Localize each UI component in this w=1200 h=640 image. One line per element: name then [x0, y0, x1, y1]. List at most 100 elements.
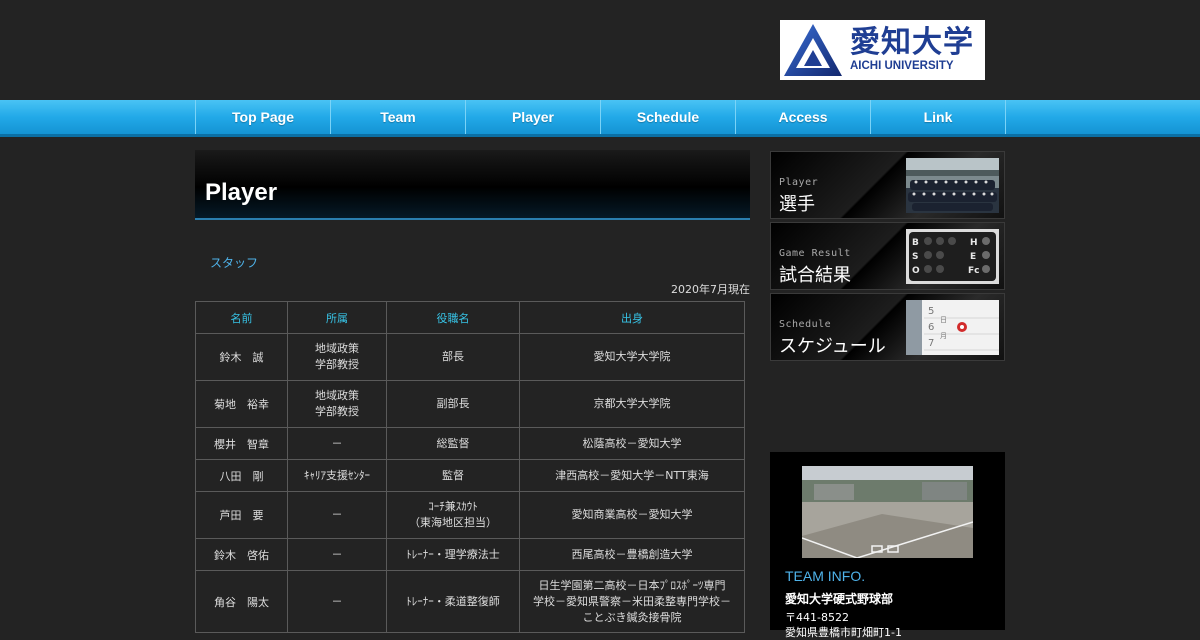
scoreboard-letters-fc: Fc [968, 266, 979, 276]
page-header: Player [195, 150, 750, 220]
column-header-affiliation: 所属 [287, 301, 387, 334]
cell-origin: 日生学園第二高校－日本ﾌﾟﾛｽﾎﾟｰﾂ専門 学校－愛知県警察－米田柔整専門学校－ こ… [519, 570, 745, 633]
banner-game-result-jp: 試合結果 [779, 265, 851, 286]
team-info-label: TEAM INFO. [785, 568, 866, 584]
svg-text:6: 6 [928, 322, 934, 333]
baseball-field-photo [802, 466, 973, 558]
cell-affiliation: － [287, 538, 387, 571]
cell-origin: 松蔭高校－愛知大学 [519, 427, 745, 460]
table-row: 菊地 裕幸 地域政策 学部教授 副部長 京都大学大学院 [195, 380, 745, 428]
staff-table: 名前 所属 役職名 出身 鈴木 誠地域政策 学部教授 部長 愛知大学大学院 菊地 裕幸地… [195, 301, 745, 633]
aichi-university-logo[interactable]: 愛知大学 AICHI UNIVERSITY [780, 20, 985, 80]
cell-role: 総監督 [386, 427, 520, 460]
cell-role: 監督 [386, 459, 520, 492]
cell-name: 鈴木 啓佑 [195, 538, 288, 571]
table-header-row: 名前 所属 役職名 出身 [195, 301, 745, 334]
cell-affiliation: － [287, 427, 387, 460]
nav-schedule[interactable]: Schedule [600, 100, 735, 134]
scoreboard-letter-h: H [970, 238, 978, 248]
cell-origin-line: ことぶき鍼灸接骨院 [582, 610, 682, 624]
as-of-date: 2020年7月現在 [671, 283, 750, 296]
cell-origin: 津西高校－愛知大学－NTT東海 [519, 459, 745, 492]
cell-role-line: 部長 [442, 350, 464, 363]
cell-affiliation: 地域政策 学部教授 [287, 333, 387, 381]
table-row: 鈴木 誠地域政策 学部教授 部長 愛知大学大学院 [195, 333, 745, 381]
scoreboard-letter-e: E [970, 252, 976, 262]
cell-affiliation-line: － [331, 508, 343, 521]
cell-role-line: 監督 [442, 468, 464, 482]
cell-name: 菊地 裕幸 [195, 380, 288, 428]
cell-affiliation-line: － [331, 436, 343, 450]
sidebar: Player 選手 Game Result 試合結果 B S O H E Fc … [770, 151, 1005, 364]
cell-origin: 愛知商業高校－愛知大学 [519, 491, 745, 539]
scoreboard-letter-b: B [912, 238, 919, 248]
page-title: Player [205, 179, 278, 206]
calendar-image: 5 6 7 日月 [906, 300, 999, 355]
cell-role-line: 副部長 [436, 397, 470, 410]
scoreboard-letter-s: S [912, 252, 918, 262]
banner-player[interactable]: Player 選手 [770, 151, 1005, 219]
cell-affiliation: ｷｬﾘｱ支援ｾﾝﾀｰ [287, 459, 387, 492]
cell-name: 角谷 陽太 [195, 570, 288, 633]
cell-affiliation-line: 地域政策 [315, 389, 359, 402]
banner-game-result[interactable]: Game Result 試合結果 B S O H E Fc [770, 222, 1005, 290]
nav-access[interactable]: Access [735, 100, 870, 134]
svg-text:日: 日 [940, 316, 947, 324]
cell-origin-line: 松蔭高校－愛知大学 [582, 436, 682, 450]
cell-origin-line: 西尾高校－豊橋創造大学 [571, 547, 693, 561]
cell-origin-line: 津西高校－愛知大学－NTT東海 [555, 468, 709, 482]
cell-origin-line: 学校－愛知県警察－米田柔整専門学校－ [533, 594, 731, 608]
cell-affiliation-line: 学部教授 [315, 405, 359, 418]
cell-role-line: ﾄﾚｰﾅｰ・理学療法士 [406, 547, 500, 561]
team-address: 愛知県豊橋市町畑町1-1 [785, 626, 902, 639]
team-name: 愛知大学硬式野球部 [785, 592, 894, 606]
scoreboard-image: B S O H E Fc [906, 229, 999, 284]
section-heading-staff: スタッフ [210, 256, 259, 270]
cell-name: 八田 剛 [195, 459, 288, 492]
main-navigation: Top Page Team Player Schedule Access Lin… [0, 100, 1200, 137]
team-group-photo [906, 158, 999, 213]
cell-origin-line: 日生学園第二高校－日本ﾌﾟﾛｽﾎﾟｰﾂ専門 [538, 578, 726, 592]
cell-role-line: ﾄﾚｰﾅｰ・柔道整復師 [406, 594, 500, 608]
column-header-origin: 出身 [519, 301, 745, 334]
cell-origin-line: 愛知大学大学院 [593, 350, 671, 363]
column-header-name: 名前 [195, 301, 288, 334]
cell-affiliation: 地域政策 学部教授 [287, 380, 387, 428]
column-header-role: 役職名 [386, 301, 520, 334]
cell-origin-line: 愛知商業高校－愛知大学 [571, 508, 693, 521]
table-row: 芦田 要 － ｺｰﾁ兼ｽｶｳﾄ （東海地区担当） 愛知商業高校－愛知大学 [195, 491, 745, 539]
cell-origin-line: 京都大学大学院 [593, 397, 671, 410]
svg-text:7: 7 [928, 338, 934, 349]
banner-player-jp: 選手 [779, 194, 815, 215]
nav-top-page[interactable]: Top Page [195, 100, 330, 134]
cell-origin: 愛知大学大学院 [519, 333, 745, 381]
banner-schedule[interactable]: Schedule スケジュール 5 6 7 日月 [770, 293, 1005, 361]
logo-japanese-text: 愛知大学 [850, 24, 974, 60]
main-content: Player スタッフ 2020年7月現在 名前 所属 役職名 出身 鈴木 誠地… [195, 150, 750, 633]
cell-role: 部長 [386, 333, 520, 381]
cell-role-line: ｺｰﾁ兼ｽｶｳﾄ [428, 500, 478, 513]
cell-role: ﾄﾚｰﾅｰ・柔道整復師 [386, 570, 520, 633]
cell-affiliation-line: ｷｬﾘｱ支援ｾﾝﾀｰ [304, 468, 370, 482]
banner-player-en: Player [779, 177, 819, 188]
nav-player[interactable]: Player [465, 100, 600, 134]
cell-name: 鈴木 誠 [195, 333, 288, 381]
table-row: 櫻井 智章 － 総監督 松蔭高校－愛知大学 [195, 427, 745, 460]
cell-role-line: （東海地区担当） [409, 516, 497, 529]
nav-team[interactable]: Team [330, 100, 465, 134]
cell-origin: 京都大学大学院 [519, 380, 745, 428]
cell-name: 芦田 要 [195, 491, 288, 539]
svg-text:月: 月 [940, 332, 947, 340]
cell-affiliation-line: － [331, 547, 343, 561]
nav-link[interactable]: Link [870, 100, 1006, 134]
table-row: 八田 剛 ｷｬﾘｱ支援ｾﾝﾀｰ 監督 津西高校－愛知大学－NTT東海 [195, 459, 745, 492]
cell-affiliation-line: 学部教授 [315, 358, 359, 371]
cell-role-line: 総監督 [436, 436, 470, 450]
cell-origin: 西尾高校－豊橋創造大学 [519, 538, 745, 571]
cell-role: ｺｰﾁ兼ｽｶｳﾄ （東海地区担当） [386, 491, 520, 539]
team-postal-code: 〒441-8522 [785, 611, 849, 624]
cell-affiliation-line: － [331, 594, 343, 608]
svg-text:5: 5 [928, 306, 934, 317]
team-info-box: TEAM INFO. 愛知大学硬式野球部 〒441-8522 愛知県豊橋市町畑町… [770, 452, 1005, 639]
banner-game-result-en: Game Result [779, 248, 851, 259]
